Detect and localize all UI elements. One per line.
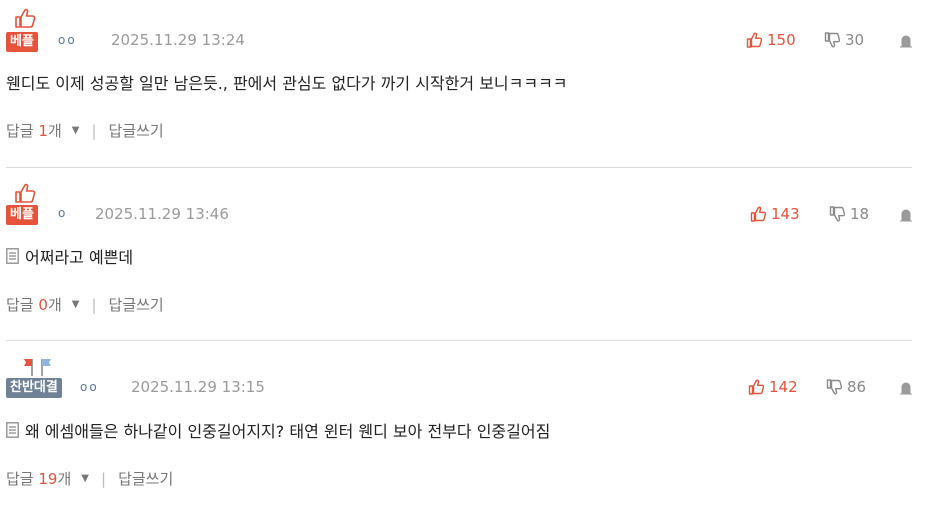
write-reply-link[interactable]: 답글쓰기 <box>109 294 164 315</box>
caret-down-icon[interactable]: ▼ <box>72 125 80 136</box>
thumbs-down-icon <box>829 206 845 222</box>
report-icon[interactable] <box>899 208 913 222</box>
thumbs-down-icon <box>824 32 840 48</box>
thumbs-up-icon <box>750 206 766 222</box>
report-icon[interactable] <box>899 381 913 395</box>
timestamp: 2025.11.29 13:24 <box>111 31 245 49</box>
best-badge-block: 베플 <box>6 183 46 229</box>
reply-toggle[interactable]: 답글 1개 <box>6 120 62 141</box>
timestamp: 2025.11.29 13:46 <box>95 205 229 223</box>
comment-body: 웬디도 이제 성공할 일만 남은듯., 판에서 관심도 없다가 까기 시작한거 … <box>6 74 568 93</box>
downvote-button[interactable]: 86 <box>826 378 866 396</box>
comment-divider <box>6 167 912 168</box>
flag-icon <box>24 359 51 376</box>
comment-body: 어쩌라고 예쁜데 <box>25 248 134 267</box>
reply-count: 1 <box>38 122 48 140</box>
reply-count: 0 <box>38 296 48 314</box>
best-badge-block: 베플 <box>6 8 46 54</box>
timestamp: 2025.11.29 13:15 <box>131 378 265 396</box>
thumbs-up-icon <box>15 8 36 28</box>
separator: | <box>101 469 107 488</box>
upvote-count: 142 <box>769 378 798 396</box>
best-badge: 베플 <box>6 32 38 52</box>
comment-text: 어쩌라고 예쁜데 <box>6 244 133 268</box>
reply-label: 답글 <box>6 470 34 488</box>
comment-footer: 답글 19개 ▼ | 답글쓰기 <box>6 468 173 489</box>
comment-text: 왜 에셈애들은 하나같이 인중길어지지? 태연 윈터 웬디 보아 전부다 인중길… <box>6 418 550 442</box>
upvote-button[interactable]: 142 <box>748 378 798 396</box>
reply-toggle[interactable]: 답글 19개 <box>6 468 71 489</box>
document-icon <box>6 248 19 264</box>
thumbs-up-icon <box>15 183 36 203</box>
downvote-count: 18 <box>850 205 870 223</box>
upvote-count: 143 <box>771 205 800 223</box>
thumbs-down-icon <box>826 379 842 395</box>
upvote-button[interactable]: 150 <box>746 31 796 49</box>
downvote-button[interactable]: 18 <box>829 205 869 223</box>
report-icon[interactable] <box>899 34 913 48</box>
separator: | <box>91 295 97 314</box>
upvote-count: 150 <box>767 31 796 49</box>
controversy-badge-block: 찬반대결 <box>6 357 76 401</box>
downvote-count: 30 <box>845 31 865 49</box>
document-icon <box>6 422 19 438</box>
reply-suffix: 개 <box>57 470 72 488</box>
controversy-badge: 찬반대결 <box>6 378 62 398</box>
separator: | <box>91 121 97 140</box>
reply-label: 답글 <box>6 122 34 140</box>
comment-text: 웬디도 이제 성공할 일만 남은듯., 판에서 관심도 없다가 까기 시작한거 … <box>6 70 568 94</box>
level-circles: oo <box>80 380 99 394</box>
comment-footer: 답글 1개 ▼ | 답글쓰기 <box>6 120 164 141</box>
caret-down-icon[interactable]: ▼ <box>81 473 89 484</box>
level-circles: oo <box>58 33 77 47</box>
comment-body: 왜 에셈애들은 하나같이 인중길어지지? 태연 윈터 웬디 보아 전부다 인중길… <box>25 422 551 441</box>
thumbs-up-icon <box>748 379 764 395</box>
comment-footer: 답글 0개 ▼ | 답글쓰기 <box>6 294 164 315</box>
downvote-count: 86 <box>847 378 867 396</box>
thumbs-up-icon <box>746 32 762 48</box>
downvote-button[interactable]: 30 <box>824 31 864 49</box>
write-reply-link[interactable]: 답글쓰기 <box>118 468 173 489</box>
level-circles: o <box>58 206 68 220</box>
reply-label: 답글 <box>6 296 34 314</box>
reply-toggle[interactable]: 답글 0개 <box>6 294 62 315</box>
reply-count: 19 <box>38 470 58 488</box>
reply-suffix: 개 <box>47 122 62 140</box>
write-reply-link[interactable]: 답글쓰기 <box>109 120 164 141</box>
best-badge: 베플 <box>6 205 38 225</box>
caret-down-icon[interactable]: ▼ <box>72 299 80 310</box>
reply-suffix: 개 <box>47 296 62 314</box>
upvote-button[interactable]: 143 <box>750 205 800 223</box>
comment-divider <box>6 340 912 341</box>
